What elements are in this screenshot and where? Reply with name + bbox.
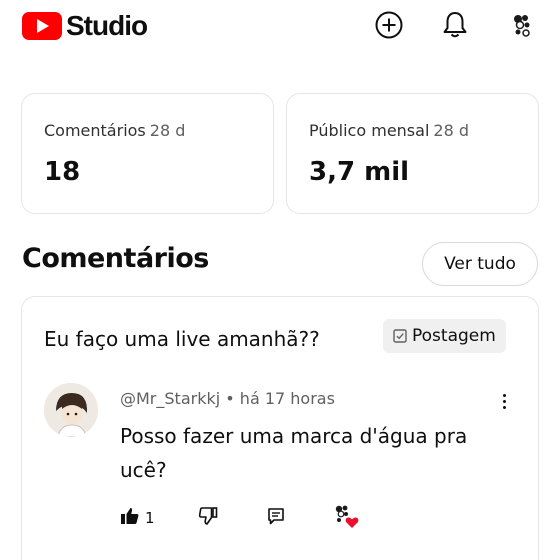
stat-label: Comentários 28 d bbox=[44, 121, 185, 140]
top-app-bar: Studio bbox=[0, 0, 560, 56]
more-options-icon[interactable] bbox=[494, 389, 514, 413]
comment-author[interactable]: @Mr_Starkkj bbox=[120, 389, 220, 408]
stat-value: 18 bbox=[44, 157, 81, 187]
reply-comment-icon bbox=[266, 506, 286, 530]
post-title[interactable]: Eu faço uma live amanhã?? bbox=[44, 327, 320, 351]
comment-time: há 17 horas bbox=[239, 389, 335, 408]
section-title: Comentários bbox=[22, 243, 209, 274]
app-title: Studio bbox=[66, 10, 148, 41]
stat-card-monthly-audience[interactable]: Público mensal 28 d 3,7 mil bbox=[286, 93, 539, 214]
dislike-button[interactable] bbox=[198, 505, 218, 531]
like-count: 1 bbox=[145, 509, 155, 527]
stat-period: 28 d bbox=[433, 121, 469, 140]
stat-period: 28 d bbox=[149, 121, 186, 140]
comment-meta: @Mr_Starkkj • há 17 horas bbox=[120, 389, 335, 408]
comment-card: Eu faço uma live amanhã?? Postagem @Mr_S… bbox=[21, 296, 539, 560]
like-button[interactable]: 1 bbox=[120, 505, 155, 531]
thumbs-up-filled-icon bbox=[120, 506, 140, 530]
stat-label-text: Público mensal bbox=[309, 121, 430, 140]
avatar-icon[interactable] bbox=[505, 8, 539, 42]
stat-value: 3,7 mil bbox=[309, 157, 410, 187]
stat-label-text: Comentários bbox=[44, 121, 146, 140]
post-type-badge: Postagem bbox=[383, 319, 506, 353]
post-icon bbox=[393, 329, 407, 343]
thumbs-down-icon bbox=[198, 506, 218, 530]
stat-card-comments[interactable]: Comentários 28 d 18 bbox=[21, 93, 274, 214]
bell-icon[interactable] bbox=[438, 8, 472, 42]
youtube-logo-icon bbox=[22, 12, 62, 40]
stat-label: Público mensal 28 d bbox=[309, 121, 469, 140]
see-all-button[interactable]: Ver tudo bbox=[422, 242, 538, 286]
create-plus-icon[interactable] bbox=[372, 8, 406, 42]
studio-logo[interactable]: Studio bbox=[22, 10, 148, 42]
post-badge-label: Postagem bbox=[412, 326, 496, 346]
reply-button[interactable] bbox=[266, 505, 286, 531]
meta-separator: • bbox=[225, 389, 235, 408]
creator-heart-button[interactable] bbox=[332, 505, 360, 531]
comment-text: Posso fazer uma marca d'água pra ucê? bbox=[120, 424, 468, 482]
creator-heart-icon bbox=[332, 503, 360, 533]
commenter-avatar[interactable] bbox=[44, 383, 98, 437]
